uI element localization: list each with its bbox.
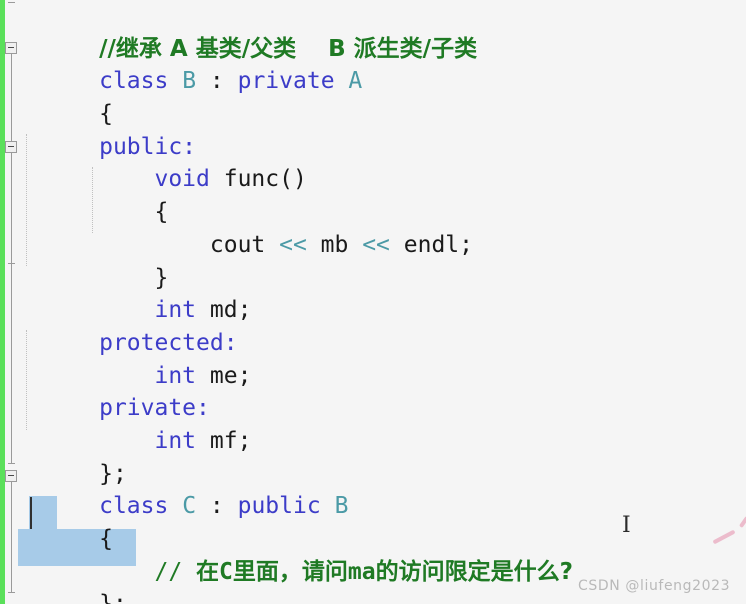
fold-region-top-tick	[8, 2, 15, 3]
code-line[interactable]: public:	[16, 98, 746, 160]
code-line[interactable]: // 在C里面，请问ma的访问限定是什么?	[16, 523, 746, 585]
code-line[interactable]: }	[16, 229, 746, 291]
code-line[interactable]: int me;	[16, 327, 746, 389]
fold-region-line-class-b	[11, 54, 12, 144]
close-brace-class-c: };	[99, 591, 127, 604]
code-line[interactable]: private:	[16, 360, 746, 421]
change-marker-bar	[0, 0, 5, 604]
code-line[interactable]: class C : public B	[16, 458, 746, 519]
code-line[interactable]: class B : private A	[16, 33, 746, 94]
fold-region-line-class-b-lower	[11, 263, 12, 463]
code-editor-screenshot: //继承 A 基类/父类 B 派生类/子类 class B : private …	[0, 0, 746, 604]
fold-region-end-tick-func	[8, 263, 15, 264]
fold-region-line-class-c	[11, 482, 12, 592]
fold-region-end-tick-class-c	[8, 592, 15, 593]
fold-region-line-func	[11, 153, 12, 263]
code-line[interactable]: cout << mb << endl;	[16, 196, 746, 258]
code-line[interactable]: protected:	[16, 294, 746, 356]
code-line[interactable]: void func()	[16, 131, 746, 192]
code-line[interactable]: {	[16, 65, 746, 127]
mouse-ibeam-cursor: I	[622, 513, 631, 538]
code-line[interactable]: int mf;	[16, 392, 746, 454]
fold-region-end-tick-class-b	[8, 463, 15, 464]
code-line[interactable]: {	[16, 163, 746, 225]
code-line[interactable]: //继承 A 基类/父类 B 派生类/子类	[16, 0, 746, 62]
code-line[interactable]: };	[16, 425, 746, 487]
csdn-watermark: CSDN @liufeng2023	[578, 578, 731, 594]
code-content[interactable]: //继承 A 基类/父类 B 派生类/子类 class B : private …	[16, 0, 746, 604]
code-line[interactable]: int md;	[16, 262, 746, 323]
code-line[interactable]: {	[16, 490, 746, 552]
